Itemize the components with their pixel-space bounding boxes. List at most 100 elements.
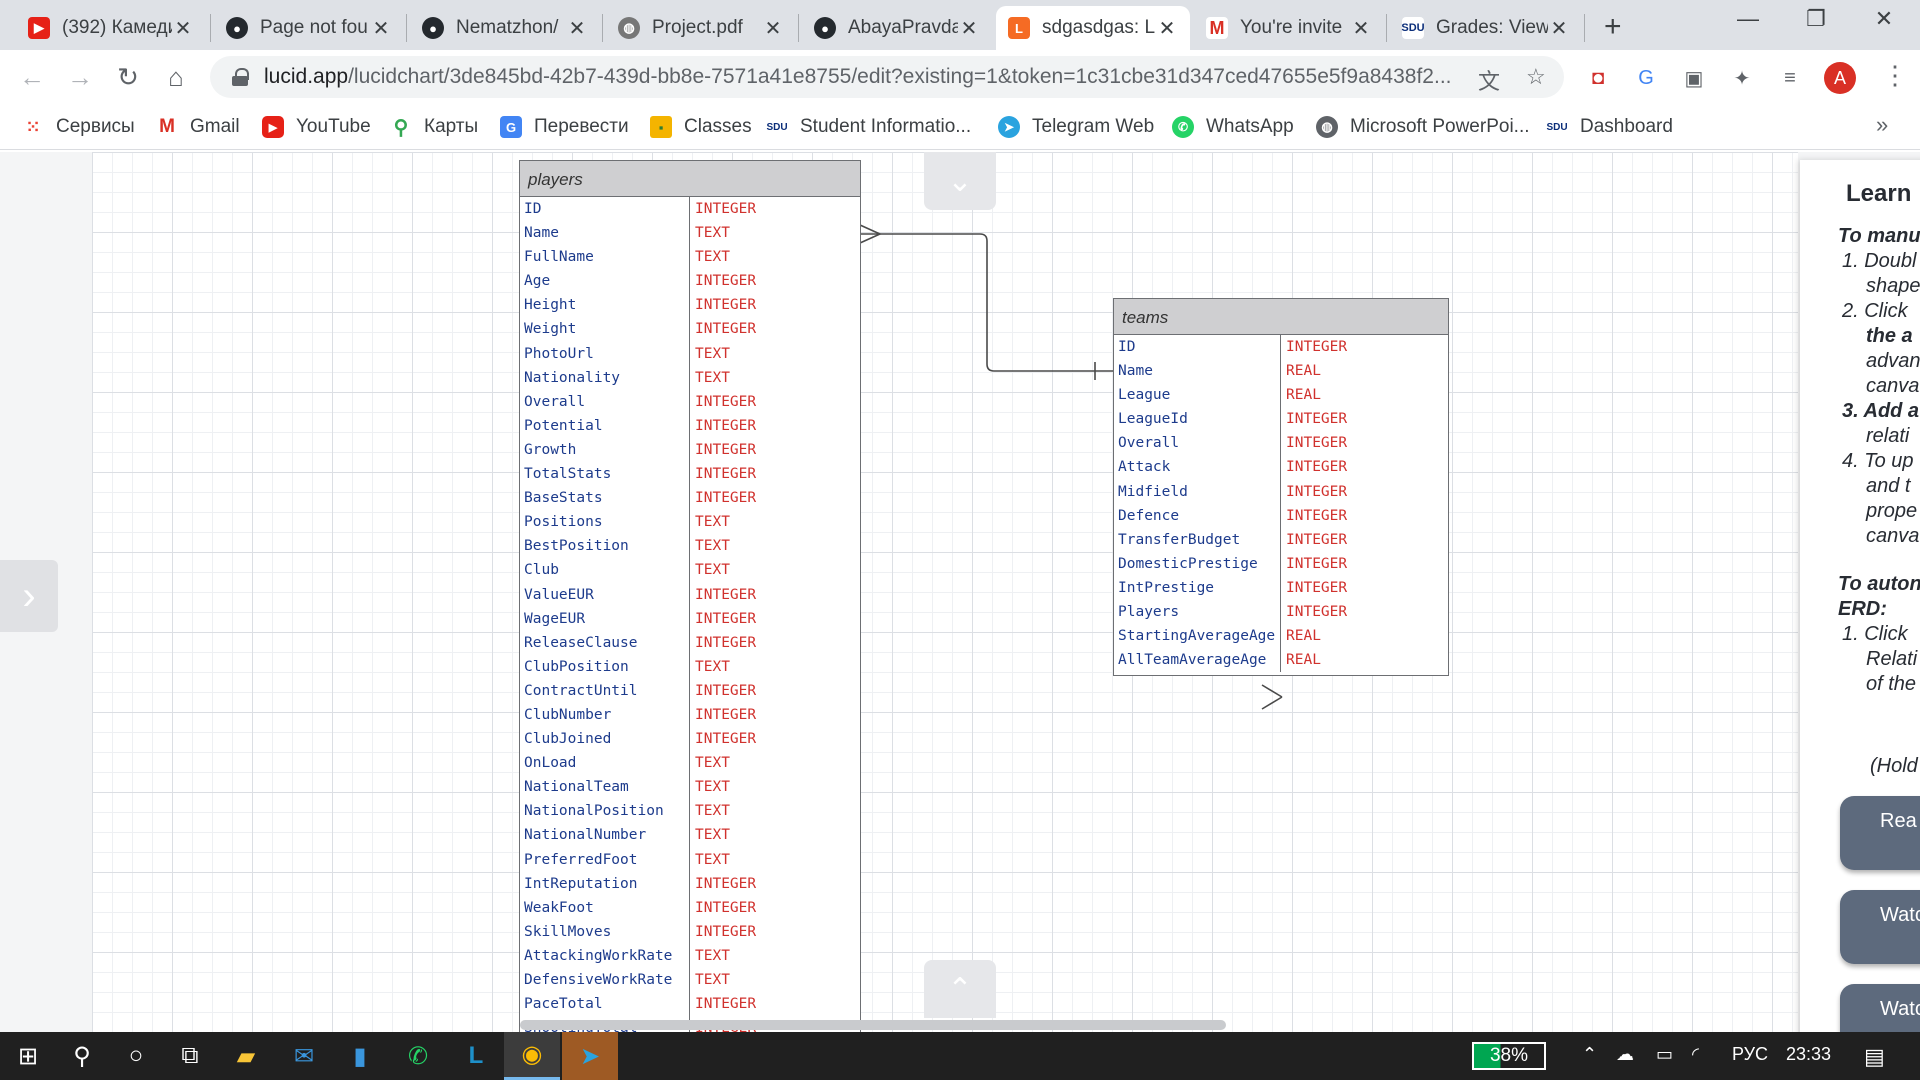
task-view-icon[interactable]: ⧉ [162,1032,218,1080]
table-row[interactable]: ClubNumber INTEGER [520,702,860,728]
bookmark-services[interactable]: ⁙ Сервисы [22,116,134,138]
restore-button[interactable]: ❐ [1786,6,1846,32]
table-row[interactable]: ClubJoined INTEGER [520,727,860,752]
table-row[interactable]: ID INTEGER [1114,335,1448,360]
search-icon[interactable]: ⚲ [54,1032,110,1080]
teams-table-title[interactable]: teams [1114,299,1448,335]
table-row[interactable]: Name REAL [1114,359,1448,384]
tab-github-nematzhon[interactable]: ● Nematzhon/ ✕ [410,6,600,50]
lock-icon[interactable] [232,68,249,86]
table-row[interactable]: ReleaseClause INTEGER [520,630,860,655]
close-icon[interactable]: ✕ [566,16,588,41]
table-row[interactable]: AttackingWorkRate TEXT [520,943,860,968]
diagram-canvas[interactable]: › ⌄ ⌃ players ID INTEGER Name TEXT FullName T… [0,152,1920,1032]
table-row[interactable]: FullName TEXT [520,245,860,270]
table-row[interactable]: WeakFoot INTEGER [520,895,860,920]
read-button[interactable]: Rea [1840,796,1920,870]
table-row[interactable]: PhotoUrl TEXT [520,341,860,366]
tab-grades[interactable]: SDU Grades: View ✕ [1390,6,1582,50]
whatsapp-icon[interactable]: ✆ [390,1032,446,1080]
bookmarks-overflow-icon[interactable]: » [1876,112,1888,138]
teams-table[interactable]: teams ID INTEGER Name REAL League REAL LeagueI… [1113,298,1449,676]
relationship-connector[interactable] [0,152,1920,1032]
table-row[interactable]: BestPosition TEXT [520,534,860,559]
table-row[interactable]: Overall INTEGER [1114,431,1448,456]
file-explorer-icon[interactable]: ▰ [218,1032,274,1080]
chrome-icon[interactable]: ◉ [504,1032,560,1080]
table-row[interactable]: ID INTEGER [520,197,860,222]
tab-lucidchart-active[interactable]: L sdgasdgas: L ✕ [996,6,1190,50]
translate-icon[interactable]: 文 [1478,64,1500,96]
table-row[interactable]: PaceTotal INTEGER [520,992,860,1017]
back-button[interactable]: ← [14,62,50,93]
home-button[interactable]: ⌂ [158,62,194,93]
close-icon[interactable]: ✕ [1350,16,1372,41]
table-row[interactable]: TransferBudget INTEGER [1114,527,1448,552]
table-row[interactable]: NationalPosition TEXT [520,799,860,824]
bookmark-student-information[interactable]: SDU Student Informatio... [766,116,971,138]
picture-in-picture-icon[interactable]: ▣ [1680,64,1708,92]
table-row[interactable]: DomesticPrestige INTEGER [1114,551,1448,576]
forward-button[interactable]: → [62,62,98,93]
table-row[interactable]: OnLoad TEXT [520,751,860,776]
extensions-puzzle-icon[interactable]: ✦ [1728,64,1756,92]
table-row[interactable]: Club TEXT [520,558,860,583]
bookmark-gmail[interactable]: M Gmail [156,116,240,138]
table-row[interactable]: ClubPosition TEXT [520,654,860,679]
profile-avatar[interactable]: A [1824,62,1856,94]
close-icon[interactable]: ✕ [370,16,392,41]
close-window-button[interactable]: ✕ [1854,6,1914,32]
bookmark-translate[interactable]: G Перевести [500,116,629,138]
horizontal-scrollbar[interactable] [520,1020,1226,1030]
table-row[interactable]: IntReputation INTEGER [520,871,860,896]
table-row[interactable]: ContractUntil INTEGER [520,678,860,703]
star-icon[interactable]: ☆ [1526,64,1546,90]
url-text[interactable]: lucid.app/lucidchart/3de845bd-42b7-439d-… [264,65,1464,89]
table-row[interactable]: StartingAverageAge REAL [1114,624,1448,649]
phone-app-icon[interactable]: ▮ [332,1032,388,1080]
tab-github-page-not-found[interactable]: ● Page not fou ✕ [214,6,404,50]
players-table[interactable]: players ID INTEGER Name TEXT FullName TEXT Age… [519,160,861,1032]
table-row[interactable]: DefensiveWorkRate TEXT [520,968,860,993]
table-row[interactable]: TotalStats INTEGER [520,462,860,487]
table-row[interactable]: Height INTEGER [520,293,860,318]
table-row[interactable]: League REAL [1114,383,1448,408]
table-row[interactable]: Players INTEGER [1114,600,1448,625]
close-icon[interactable]: ✕ [958,16,980,41]
pocket-extension-icon[interactable]: ◘ [1584,64,1612,92]
tab-github-abayapravda[interactable]: ● AbayaPravda ✕ [802,6,992,50]
bookmark-dashboard[interactable]: SDU Dashboard [1546,116,1673,138]
bookmark-whatsapp[interactable]: ✆ WhatsApp [1172,116,1294,138]
telegram-icon[interactable]: ➤ [562,1032,618,1080]
bookmark-powerpoint[interactable]: ◍ Microsoft PowerPoi... [1316,116,1530,138]
reload-button[interactable]: ↻ [110,62,146,93]
table-row[interactable]: Attack INTEGER [1114,455,1448,480]
google-translate-extension-icon[interactable]: G [1632,64,1660,92]
table-row[interactable]: Name TEXT [520,221,860,246]
notifications-icon[interactable]: ▤ [1864,1044,1885,1070]
address-bar[interactable]: lucid.app/lucidchart/3de845bd-42b7-439d-… [210,56,1564,98]
table-row[interactable]: LeagueId INTEGER [1114,407,1448,432]
table-row[interactable]: Nationality TEXT [520,365,860,390]
table-row[interactable]: Age INTEGER [520,269,860,294]
table-row[interactable]: PreferredFoot TEXT [520,847,860,872]
table-row[interactable]: Overall INTEGER [520,389,860,414]
wifi-icon[interactable]: ◜ [1692,1044,1699,1065]
table-row[interactable]: NationalTeam TEXT [520,775,860,800]
table-row[interactable]: ValueEUR INTEGER [520,582,860,607]
table-row[interactable]: Midfield INTEGER [1114,479,1448,504]
media-control-icon[interactable]: ≡ [1776,64,1804,92]
tab-project-pdf[interactable]: ◍ Project.pdf ✕ [606,6,796,50]
mail-icon[interactable]: ✉ [276,1032,332,1080]
tab-gmail-invite[interactable]: M You're invite ✕ [1194,6,1384,50]
battery-icon[interactable]: ▭ [1656,1044,1673,1065]
tab-youtube[interactable]: ▶ (392) Камеди ✕ [16,6,206,50]
tray-overflow-chevron-icon[interactable]: ⌃ [1582,1044,1597,1065]
lucid-app-icon[interactable]: L [448,1032,504,1080]
close-icon[interactable]: ✕ [172,16,194,41]
table-row[interactable]: NationalNumber TEXT [520,823,860,848]
table-row[interactable]: WageEUR INTEGER [520,606,860,631]
table-row[interactable]: Weight INTEGER [520,317,860,342]
bookmark-telegram-web[interactable]: ➤ Telegram Web [998,116,1154,138]
table-row[interactable]: Growth INTEGER [520,437,860,463]
